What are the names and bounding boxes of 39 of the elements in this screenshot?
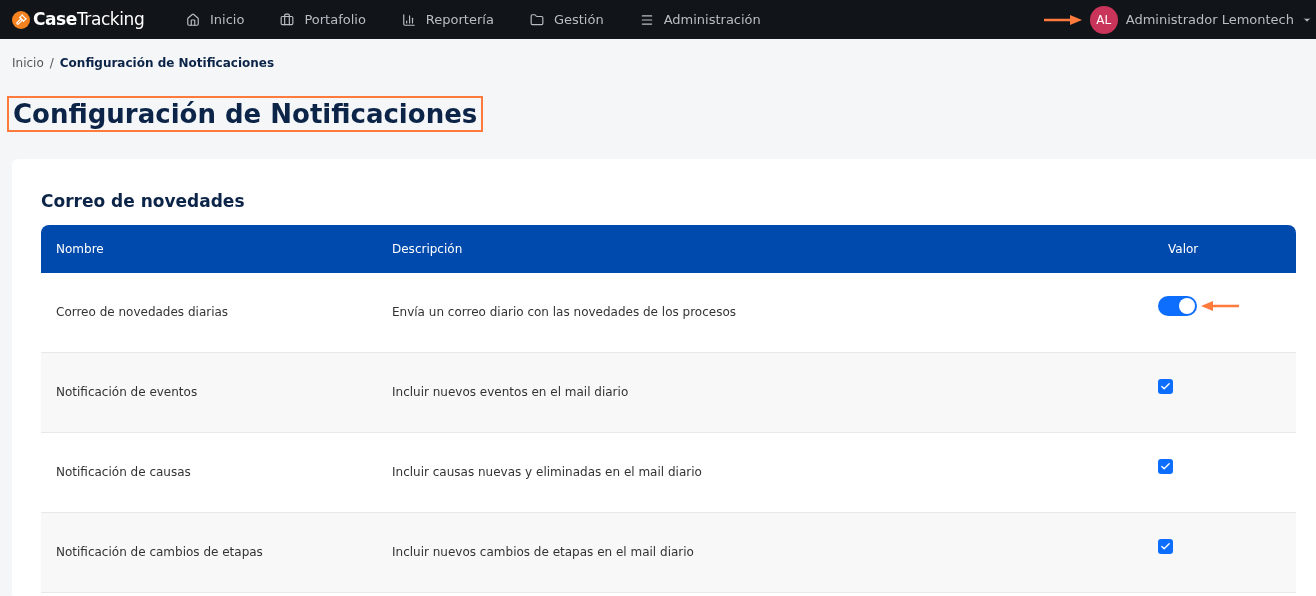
column-header: Nombre: [55, 240, 105, 258]
nav-link[interactable]: Portafolio: [280, 9, 366, 30]
table-cell-text: Notificación de cambios de etapas: [55, 544, 264, 561]
arrow-icon: [1043, 14, 1082, 25]
folder-icon: [529, 12, 544, 27]
check-icon: [1160, 460, 1171, 472]
brand-logo[interactable]: CaseTracking: [33, 6, 145, 33]
toggle-switch[interactable]: [1158, 296, 1197, 316]
user-name[interactable]: Administrador Lemontech: [1125, 9, 1294, 30]
briefcase-icon: [280, 12, 295, 27]
table-cell-text: Correo de novedades diarias: [55, 304, 230, 321]
nav-link[interactable]: Administración: [639, 9, 761, 30]
user-avatar[interactable]: AL: [1089, 5, 1118, 34]
bar-chart-icon: [401, 12, 416, 27]
checkbox[interactable]: [1158, 458, 1173, 474]
table-cell-text: Incluir nuevos cambios de etapas en el mail diario: [392, 544, 695, 561]
checkbox[interactable]: [1158, 538, 1173, 554]
checkbox[interactable]: [1158, 378, 1173, 394]
check-icon: [1160, 540, 1171, 552]
breadcrumb-current: Configuración de Notificaciones: [59, 55, 275, 72]
menu-icon: [639, 12, 654, 27]
home-icon: [186, 12, 200, 27]
table-cell-text: Notificación de causas: [55, 464, 192, 481]
breadcrumb-link[interactable]: Inicio: [12, 54, 44, 72]
check-icon: [1160, 380, 1171, 392]
breadcrumb-separator: /: [49, 55, 54, 72]
arrow-icon: [1201, 301, 1239, 311]
nav-link[interactable]: Inicio: [186, 9, 245, 30]
column-header: Valor: [1167, 240, 1199, 258]
nav-link[interactable]: Reportería: [401, 9, 494, 30]
table-cell-text: Notificación de eventos: [55, 384, 199, 401]
page-title: Configuración de Notificaciones: [7, 96, 484, 132]
table-cell-text: Incluir nuevos eventos en el mail diario: [392, 384, 630, 401]
table-cell-text: Incluir causas nuevas y eliminadas en el mail diario: [392, 464, 703, 481]
table-cell-text: Envía un correo diario con las novedades de los procesos: [392, 304, 737, 321]
nav-link[interactable]: Gestión: [529, 9, 604, 30]
logo-icon: [12, 10, 30, 29]
section-title: Correo de novedades: [41, 190, 246, 213]
column-header: Descripción: [392, 240, 464, 258]
